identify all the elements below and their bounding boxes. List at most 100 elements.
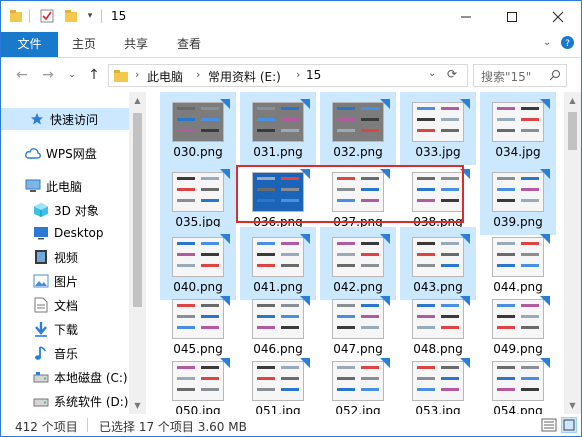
nav-label: 快速访问: [50, 112, 99, 127]
properties-icon[interactable]: [39, 7, 55, 25]
cloud-icon: [25, 145, 41, 161]
divider: [29, 9, 30, 23]
image-type-badge-icon: [540, 98, 550, 109]
tab-view[interactable]: 查看: [168, 32, 210, 57]
close-icon: [552, 11, 564, 22]
file-item[interactable]: 035.jpg: [160, 162, 236, 235]
file-view-scrollbar[interactable]: ▲ ▼: [564, 92, 581, 414]
breadcrumb-drive-e[interactable]: 常用资料 (E:): [208, 68, 281, 85]
scroll-down-arrow-icon[interactable]: ▼: [129, 397, 146, 414]
nav-item-pictures[interactable]: 图片: [1, 270, 129, 292]
file-thumbnail: [412, 102, 464, 142]
nav-item-videos[interactable]: 视频: [1, 246, 129, 268]
file-item[interactable]: 032.png: [320, 92, 396, 165]
address-toolbar: ← → ⌄ ↑ › 此电脑 › 常用资料 (E:) › 15 ⌄ ⟳ 搜索"15…: [1, 58, 581, 92]
breadcrumb-chevron-icon[interactable]: ›: [296, 68, 300, 81]
tab-share[interactable]: 共享: [115, 32, 157, 57]
file-item[interactable]: 039.png: [480, 162, 556, 235]
file-item[interactable]: 034.jpg: [480, 92, 556, 165]
nav-item-wps-cloud[interactable]: WPS网盘: [1, 142, 129, 164]
new-folder-icon[interactable]: [63, 7, 79, 25]
file-item[interactable]: 052.jpg: [320, 351, 396, 414]
file-name: 030.png: [173, 145, 223, 159]
image-type-badge-icon: [220, 295, 230, 306]
maximize-button[interactable]: [489, 1, 535, 32]
file-item[interactable]: 031.png: [240, 92, 316, 165]
nav-item-music[interactable]: 音乐: [1, 342, 129, 364]
nav-item-desktop[interactable]: Desktop: [1, 222, 129, 244]
tab-file[interactable]: 文件: [1, 32, 58, 57]
file-name: 053.jpg: [415, 404, 461, 414]
scroll-up-arrow-icon[interactable]: ▲: [129, 92, 146, 109]
navigation-scrollbar[interactable]: ▲ ▼: [129, 92, 146, 414]
recent-locations-chevron-icon[interactable]: ⌄: [63, 66, 81, 84]
file-item[interactable]: 053.jpg: [400, 351, 476, 414]
nav-item-drive-d[interactable]: 系统软件 (D:): [1, 390, 129, 412]
tab-home[interactable]: 主页: [63, 32, 105, 57]
explorer-window: ▾ 15 文件 主页 共享 查看 ⌄ ? ← → ⌄ ↑ › 此电脑 › 常用资…: [0, 0, 582, 437]
image-type-badge-icon: [380, 357, 390, 368]
nav-item-quick-access[interactable]: 快速访问: [1, 108, 129, 130]
svg-text:?: ?: [565, 39, 570, 49]
image-type-badge-icon: [220, 98, 230, 109]
nav-label: 下载: [54, 322, 79, 337]
nav-label: 文档: [54, 298, 79, 313]
folder-app-icon: [9, 7, 23, 25]
address-history-chevron-icon[interactable]: ⌄: [428, 68, 436, 79]
file-thumbnail: [332, 102, 384, 142]
minimize-button[interactable]: [443, 1, 489, 32]
file-thumbnail: [172, 299, 224, 339]
breadcrumb-chevron-icon[interactable]: ›: [196, 68, 200, 81]
computer-icon: [25, 178, 41, 194]
search-input[interactable]: 搜索"15": [473, 64, 567, 87]
file-item[interactable]: 050.jpg: [160, 351, 236, 414]
file-thumbnail: [412, 361, 464, 401]
close-button[interactable]: [535, 1, 581, 32]
image-type-badge-icon: [220, 357, 230, 368]
nav-item-documents[interactable]: 文档: [1, 294, 129, 316]
back-arrow-icon[interactable]: ←: [13, 66, 31, 84]
image-type-badge-icon: [300, 295, 310, 306]
highlight-box: [236, 165, 464, 223]
divider: [101, 9, 102, 23]
minimize-icon: [461, 16, 471, 17]
scrollbar-thumb[interactable]: [568, 112, 577, 150]
image-type-badge-icon: [460, 98, 470, 109]
file-name: 031.png: [253, 145, 303, 159]
help-icon[interactable]: ?: [560, 35, 575, 53]
refresh-icon[interactable]: ⟳: [447, 67, 457, 81]
scroll-up-arrow-icon[interactable]: ▲: [564, 92, 581, 109]
music-icon: [33, 345, 49, 361]
file-item[interactable]: 033.jpg: [400, 92, 476, 165]
file-name: 050.jpg: [175, 404, 221, 414]
cube-icon: [33, 202, 49, 218]
drive-icon: [33, 393, 49, 409]
file-item[interactable]: 051.jpg: [240, 351, 316, 414]
customize-toolbar-chevron-icon[interactable]: ▾: [84, 7, 96, 25]
nav-item-downloads[interactable]: 下载: [1, 318, 129, 340]
scrollbar-thumb[interactable]: [133, 113, 142, 307]
nav-item-3d-objects[interactable]: 3D 对象: [1, 199, 129, 221]
large-icons-view-icon[interactable]: [561, 417, 577, 433]
breadcrumb-chevron-icon[interactable]: ›: [135, 68, 139, 81]
file-item[interactable]: 054.png: [480, 351, 556, 414]
download-icon: [33, 321, 49, 337]
scroll-down-arrow-icon[interactable]: ▼: [564, 397, 581, 414]
file-thumbnail: [492, 361, 544, 401]
details-view-icon[interactable]: [541, 417, 557, 433]
file-thumbnail: [332, 361, 384, 401]
up-arrow-icon[interactable]: ↑: [85, 66, 103, 84]
nav-item-this-pc[interactable]: 此电脑: [1, 175, 129, 197]
image-type-badge-icon: [220, 168, 230, 179]
file-thumbnail: [252, 299, 304, 339]
breadcrumb-folder-15[interactable]: 15: [306, 68, 321, 82]
nav-item-drive-c[interactable]: 本地磁盘 (C:): [1, 366, 129, 388]
breadcrumb-this-pc[interactable]: 此电脑: [147, 68, 183, 85]
expand-ribbon-chevron-icon[interactable]: ⌄: [543, 37, 551, 48]
address-bar[interactable]: › 此电脑 › 常用资料 (E:) › 15 ⌄ ⟳: [108, 64, 468, 87]
file-item[interactable]: 030.png: [160, 92, 236, 165]
file-name: 052.jpg: [335, 404, 381, 414]
item-count: 412 个项目: [15, 420, 78, 434]
forward-arrow-icon[interactable]: →: [39, 66, 57, 84]
drive-icon: [33, 369, 49, 385]
